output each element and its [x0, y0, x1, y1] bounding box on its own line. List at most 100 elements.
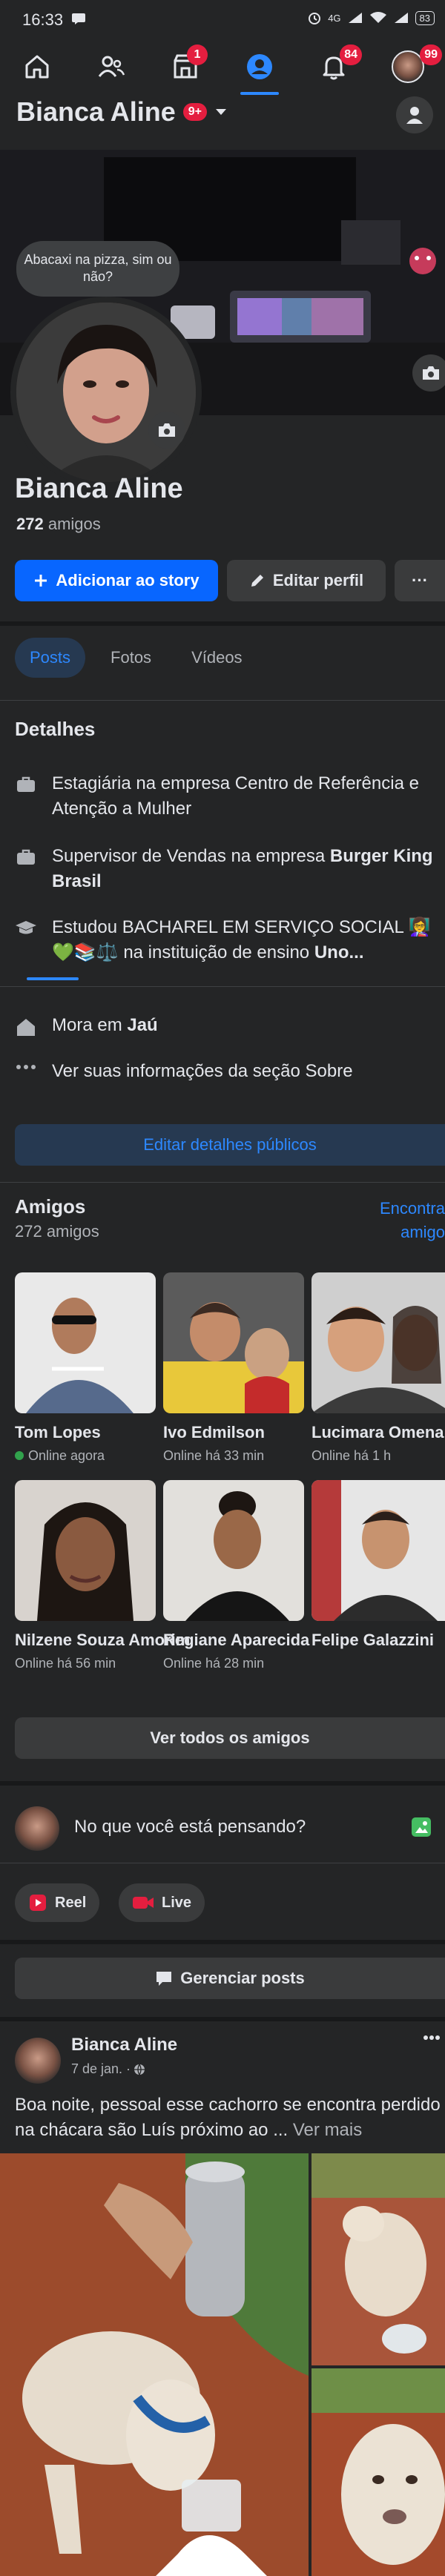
reel-button[interactable]: Reel — [15, 1883, 100, 1922]
home-icon — [25, 55, 49, 79]
profile-friends-count[interactable]: 272 amigos — [16, 515, 101, 534]
profile-switch-button[interactable] — [396, 96, 433, 133]
friend-photo — [312, 1480, 445, 1621]
profile-tabs: Posts Fotos Vídeos — [15, 638, 257, 678]
profile-more-button[interactable]: ··· — [395, 560, 445, 601]
find-friends-link[interactable]: Encontra amigo — [380, 1197, 445, 1244]
reel-icon — [30, 1895, 46, 1911]
pencil-icon — [251, 575, 263, 587]
friend-photo — [163, 1480, 304, 1621]
post-date: 7 de jan. · — [71, 2061, 131, 2076]
edit-cover-button[interactable] — [412, 354, 445, 392]
profile-icon — [247, 54, 272, 79]
post-photo-3[interactable] — [312, 2368, 445, 2576]
home-icon — [17, 1019, 35, 1036]
detail-item-about[interactable]: Ver suas informações da seção Sobre — [13, 1059, 444, 1084]
tab-posts[interactable]: Posts — [15, 638, 86, 678]
post-meta: 7 de jan. · — [71, 2061, 145, 2077]
friend-card[interactable]: Lucimara Omena Online há 1 h — [312, 1272, 445, 1464]
friend-card[interactable]: Felipe Galazzini — [312, 1480, 445, 1656]
profile-header-name: Bianca Aline — [16, 96, 176, 127]
add-photo-button[interactable] — [409, 1815, 433, 1839]
nav-friends[interactable] — [82, 39, 141, 95]
details-title: Detalhes — [15, 718, 96, 740]
edit-avatar-button[interactable] — [148, 412, 185, 449]
online-dot — [15, 1451, 24, 1461]
section-divider — [0, 2017, 445, 2021]
friend-photo — [163, 1272, 304, 1413]
post-photo-main[interactable] — [0, 2153, 309, 2576]
detail-item-internship: Estagiária na empresa Centro de Referênc… — [13, 771, 444, 821]
see-more-link[interactable]: Ver mais — [293, 2120, 362, 2140]
wifi-icon — [369, 12, 386, 23]
plus-icon — [35, 575, 47, 587]
friend-name: Lucimara Omena — [312, 1423, 444, 1441]
section-divider — [0, 1940, 445, 1944]
friend-name: Ivo Edmilson — [163, 1423, 265, 1441]
post-author-avatar[interactable] — [15, 2038, 61, 2084]
post-photo-dog-closeup — [312, 2368, 445, 2576]
friends-subtitle: 272 amigos — [15, 1222, 99, 1241]
live-button[interactable]: Live — [119, 1883, 205, 1922]
tab-photos[interactable]: Fotos — [96, 638, 166, 678]
edit-profile-label: Editar perfil — [272, 571, 364, 589]
detail-text: Mora em Jaú — [52, 1015, 158, 1035]
signal-icon-2 — [394, 13, 408, 23]
tab-videos[interactable]: Vídeos — [177, 638, 257, 678]
friend-card[interactable]: Ivo Edmilson Online há 33 min — [163, 1272, 304, 1464]
friends-title: Amigos — [15, 1195, 86, 1218]
signal-icon — [348, 13, 362, 23]
tabs-divider — [0, 700, 445, 701]
post-photo-2[interactable] — [312, 2153, 445, 2365]
friend-card[interactable]: Tom Lopes Online agora — [15, 1272, 156, 1464]
edit-public-details-button[interactable]: Editar detalhes públicos — [15, 1124, 445, 1166]
friend-status: Online agora — [15, 1448, 156, 1464]
nav-notifications[interactable]: 84 — [304, 39, 363, 95]
status-bar: 16:33 4G 83 — [0, 0, 445, 39]
dots-icon — [16, 1065, 36, 1069]
friend-card[interactable]: Regiane Aparecida Online há 28 min — [163, 1480, 309, 1671]
details-separator — [0, 986, 445, 987]
photo-icon — [412, 1817, 431, 1837]
nav-home[interactable] — [7, 39, 67, 95]
friend-status: Online há 56 min — [15, 1655, 116, 1671]
friend-name: Tom Lopes — [15, 1423, 101, 1441]
nav-profile[interactable] — [230, 39, 289, 95]
briefcase-icon — [17, 849, 35, 865]
add-story-label: Adicionar ao story — [56, 571, 200, 589]
profile-note-bubble[interactable]: Abacaxi na pizza, sim ou não? — [16, 241, 179, 297]
nav-marketplace[interactable]: 1 — [156, 39, 215, 95]
composer-avatar[interactable] — [15, 1806, 59, 1851]
detail-text: Estudou BACHAREL EM SERVIÇO SOCIAL 👩‍🏫💚📚… — [52, 917, 431, 962]
detail-text: Supervisor de Vendas na empresa Burger K… — [52, 846, 433, 891]
post-options-button[interactable] — [423, 2035, 441, 2041]
friend-photo — [15, 1272, 156, 1413]
add-story-button[interactable]: Adicionar ao story — [15, 560, 218, 601]
section-divider — [0, 1781, 445, 1786]
see-all-friends-button[interactable]: Ver todos os amigos — [15, 1717, 445, 1759]
graduation-cap-icon — [16, 921, 36, 934]
friend-status: Online há 33 min — [163, 1447, 265, 1463]
message-notification-icon — [72, 13, 85, 24]
post-author-name[interactable]: Bianca Aline — [71, 2035, 177, 2055]
live-video-icon — [133, 1897, 154, 1909]
status-indicators: 4G 83 — [307, 10, 435, 25]
alarm-icon — [309, 13, 321, 24]
post-body: Boa noite, pessoal esse cachorro se enco… — [15, 2093, 445, 2142]
edit-profile-button[interactable]: Editar perfil — [227, 560, 386, 601]
composer-input[interactable]: No que você está pensando? — [74, 1817, 306, 1837]
friends-separator — [0, 1182, 445, 1183]
manage-posts-button[interactable]: Gerenciar posts — [15, 1958, 445, 1999]
friend-card[interactable]: Nilzene Souza Amorim Online há 56 min — [15, 1480, 190, 1671]
post-photo-dog-drinking — [0, 2153, 309, 2576]
friends-count-number: 272 — [16, 515, 44, 533]
globe-icon — [134, 2064, 145, 2075]
profile-avatar[interactable] — [16, 303, 196, 482]
nav-menu[interactable]: 99 — [378, 39, 442, 95]
post-photo-dog-sitting — [312, 2153, 445, 2365]
chat-list-icon — [156, 1972, 172, 1986]
friends-icon — [98, 56, 125, 77]
friend-name: Felipe Galazzini — [312, 1631, 435, 1649]
network-type: 4G — [328, 12, 341, 24]
profile-header-switcher[interactable]: Bianca Aline 9+ — [16, 96, 228, 128]
